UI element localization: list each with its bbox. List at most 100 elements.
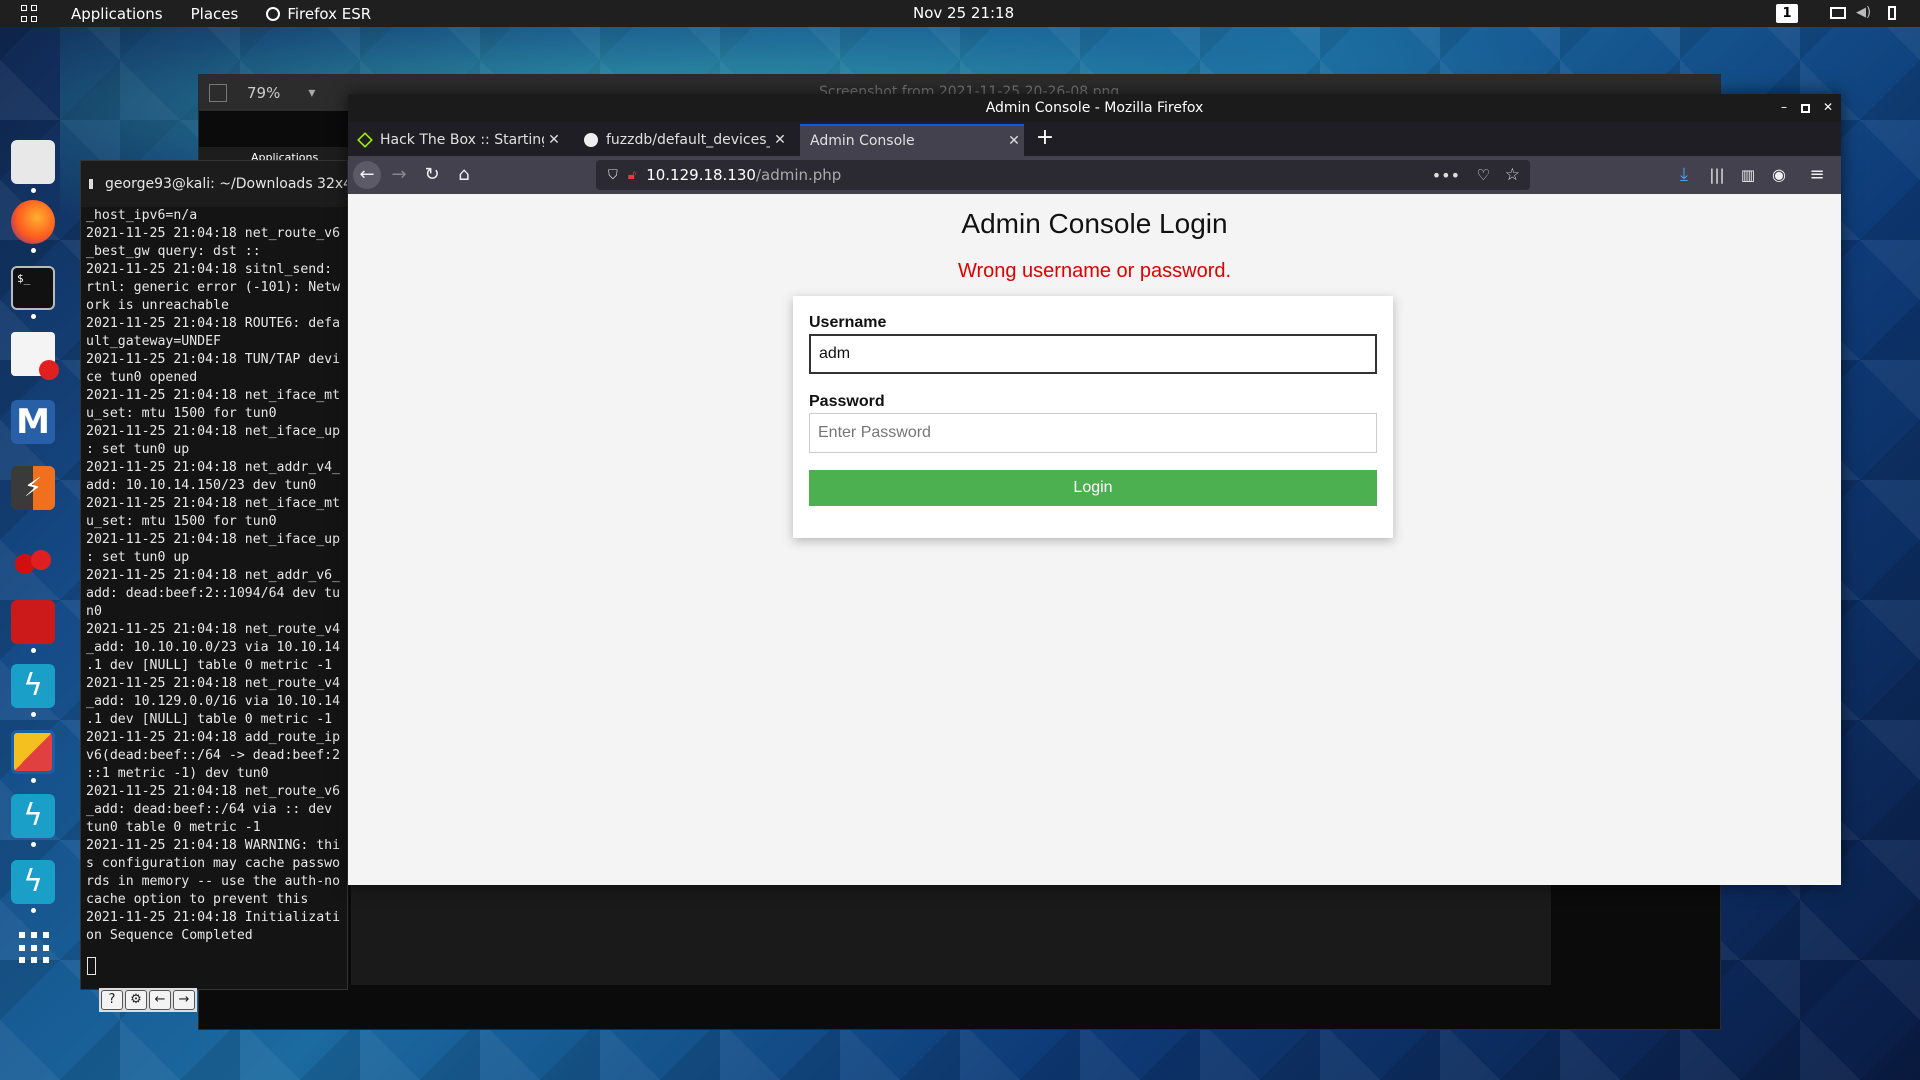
insecure-lock-icon[interactable]: 🔓︎ [628, 168, 636, 183]
terminal-line: 2021-11-25 21:04:18 Initializati [86, 910, 341, 925]
firefox-menu[interactable]: Firefox ESR [256, 0, 381, 27]
shield-icon[interactable]: ⛉ [608, 168, 618, 183]
help-icon[interactable]: ? [101, 990, 123, 1010]
terminal-titlebar: george93@kali: ~/Downloads 32x4 [81, 161, 347, 207]
terminal-cursor [87, 957, 96, 975]
terminal-line: ork is unreachable [86, 298, 229, 313]
bolt-app-icon-3[interactable]: ϟ [11, 860, 55, 904]
settings-icon[interactable]: ⚙ [125, 990, 147, 1010]
forward-button[interactable]: → [385, 161, 413, 189]
close-window-icon[interactable]: ✕ [1822, 101, 1834, 113]
running-indicator [31, 712, 36, 717]
terminal-line: 2021-11-25 21:04:18 TUN/TAP devi [86, 352, 341, 367]
places-menu[interactable]: Places [181, 0, 249, 27]
terminal-line: _add: 10.10.10.0/23 via 10.10.14 [86, 640, 341, 655]
downloads-icon[interactable]: ⤓ [1670, 161, 1698, 189]
terminal-window[interactable]: george93@kali: ~/Downloads 32x4 _host_ip… [80, 160, 348, 990]
minimize-icon[interactable]: – [1778, 101, 1790, 113]
account-icon[interactable]: ◉ [1765, 161, 1793, 189]
text-editor-icon[interactable] [11, 332, 59, 380]
home-button[interactable]: ⌂ [450, 161, 478, 189]
terminal-line: .1 dev [NULL] table 0 metric -1 [86, 712, 333, 727]
app-grid-icon[interactable] [21, 4, 39, 23]
close-tab-icon[interactable]: ✕ [770, 132, 790, 148]
terminal-line: : set tun0 up [86, 550, 190, 565]
terminal-line: rtnl: generic error (-101): Netw [86, 280, 341, 295]
terminal-line: : set tun0 up [86, 442, 190, 457]
terminal-line: 2021-11-25 21:04:18 net_iface_up [86, 532, 341, 547]
close-tab-icon[interactable]: ✕ [544, 132, 564, 148]
reload-button[interactable]: ↻ [418, 161, 446, 189]
edit-badge-icon [39, 360, 59, 380]
firefox-titlebar: Admin Console - Mozilla Firefox – ✕ [348, 94, 1841, 122]
terminal-line: 2021-11-25 21:04:18 net_iface_mt [86, 496, 341, 511]
username-field[interactable] [809, 334, 1377, 374]
burpsuite-icon[interactable]: ⚡ [11, 466, 55, 510]
bookmark-star-icon[interactable]: ☆ [1505, 165, 1520, 185]
tab-bar: Hack The Box :: Starting Point ✕ fuzzdb/… [348, 122, 1841, 156]
tab-fuzzdb[interactable]: fuzzdb/default_devices_users_and_passwor… [574, 124, 790, 156]
clock[interactable]: Nov 25 21:18 [913, 0, 1014, 27]
workspace-indicator[interactable]: 1 [1776, 4, 1798, 23]
arrow-left-icon[interactable]: ← [149, 990, 171, 1010]
terminal-icon[interactable]: $_ [11, 266, 55, 310]
applications-menu[interactable]: Applications [61, 0, 173, 27]
maximize-icon[interactable] [1801, 104, 1810, 113]
close-tab-icon[interactable]: ✕ [1004, 133, 1024, 149]
password-label: Password [809, 393, 885, 410]
terminal-line: _best_gw query: dst :: [86, 244, 261, 259]
minimize-view-icon[interactable] [209, 84, 227, 102]
firefox-window[interactable]: Admin Console - Mozilla Firefox – ✕ Hack… [348, 94, 1841, 885]
terminal-line: tun0 table 0 metric -1 [86, 820, 261, 835]
battery-icon[interactable] [1888, 6, 1896, 20]
back-button[interactable]: ← [353, 161, 381, 189]
dock: $_ M ⚡ ϟ ϟ ϟ [0, 140, 68, 970]
tab-htb[interactable]: Hack The Box :: Starting Point ✕ [348, 124, 564, 156]
new-tab-button[interactable]: + [1032, 126, 1058, 152]
zoom-dropdown-icon[interactable]: ▾ [308, 85, 315, 101]
display-icon[interactable] [1830, 7, 1846, 19]
tab-admin-console[interactable]: Admin Console ✕ [800, 124, 1024, 156]
top-panel: Applications Places Firefox ESR Nov 25 2… [0, 0, 1920, 27]
tab-label: fuzzdb/default_devices_users_and_passwor… [606, 132, 770, 148]
login-button[interactable]: Login [809, 470, 1377, 506]
firefox-icon[interactable] [11, 200, 55, 244]
bolt-app-icon-2[interactable]: ϟ [11, 794, 55, 838]
terminal-line: 2021-11-25 21:04:18 sitnl_send: [86, 262, 333, 277]
sidebar-icon[interactable]: ▥ [1734, 161, 1762, 189]
terminal-small-icon [89, 179, 93, 189]
terminal-line: 2021-11-25 21:04:18 net_iface_mt [86, 388, 341, 403]
terminal-line: 2021-11-25 21:04:18 add_route_ip [86, 730, 341, 745]
zoom-level[interactable]: 79% [247, 84, 280, 102]
arrow-right-icon[interactable]: → [173, 990, 195, 1010]
pocket-icon[interactable]: ♡ [1477, 166, 1490, 184]
url-path: /admin.php [755, 166, 842, 184]
password-field[interactable] [809, 413, 1377, 453]
menu-icon[interactable]: ≡ [1803, 161, 1831, 189]
page-title: Admin Console Login [961, 208, 1228, 239]
terminal-line: 2021-11-25 21:04:18 net_route_v4 [86, 676, 341, 691]
terminal-output[interactable]: _host_ipv6=n/a 2021-11-25 21:04:18 net_ro… [86, 207, 348, 947]
bolt-app-icon[interactable]: ϟ [11, 664, 55, 708]
red-app-icon[interactable] [11, 600, 55, 644]
metasploit-icon[interactable]: M [11, 400, 55, 444]
volume-icon[interactable]: ◀) [1856, 5, 1872, 21]
cherrytree-icon[interactable] [11, 534, 55, 578]
running-indicator [31, 778, 36, 783]
powershell-app-icon[interactable] [11, 730, 55, 774]
firefox-menu-label: Firefox ESR [287, 4, 372, 23]
error-message: Wrong username or password. [957, 260, 1232, 282]
url-bar[interactable]: ⛉ 🔓︎ 10.129.18.130/admin.php ••• ♡ ☆ [596, 160, 1530, 190]
running-indicator [31, 842, 36, 847]
terminal-line: s configuration may cache passwo [86, 856, 341, 871]
terminal-line: add: dead:beef:2::1094/64 dev tu [86, 586, 341, 601]
page-actions-icon[interactable]: ••• [1432, 166, 1460, 185]
url-text[interactable]: 10.129.18.130/admin.php [646, 166, 841, 184]
terminal-line: rds in memory -- use the auth-no [86, 874, 341, 889]
file-manager-icon[interactable] [11, 140, 55, 184]
github-icon [584, 133, 598, 147]
terminal-line: 2021-11-25 21:04:18 net_route_v6 [86, 226, 341, 241]
terminal-line: 2021-11-25 21:04:18 ROUTE6: defa [86, 316, 341, 331]
show-apps-icon[interactable] [11, 926, 55, 970]
library-icon[interactable]: ||| [1703, 161, 1731, 189]
